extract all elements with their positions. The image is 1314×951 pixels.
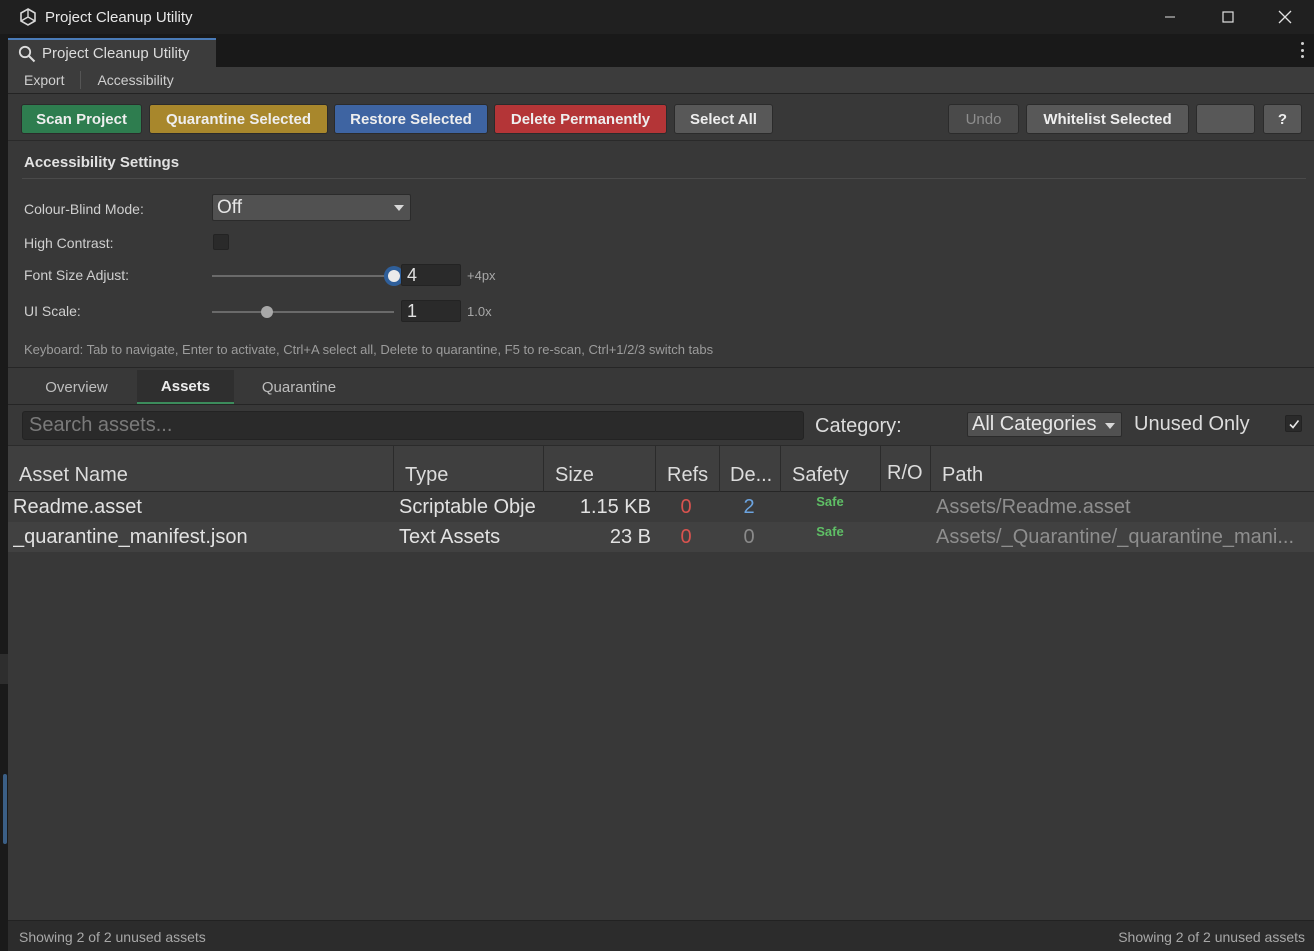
- cell-deps: 2: [743, 495, 755, 518]
- maximize-button[interactable]: [1199, 0, 1257, 34]
- desktop-edge: [0, 34, 8, 951]
- font-size-slider-handle[interactable]: [388, 270, 400, 282]
- status-right: Showing 2 of 2 unused assets: [1118, 929, 1305, 945]
- font-size-slider-track[interactable]: [212, 275, 394, 277]
- cell-size: 23 B: [609, 525, 651, 548]
- menu-accessibility[interactable]: Accessibility: [81, 72, 189, 88]
- column-asset-name[interactable]: Asset Name: [8, 446, 394, 493]
- divider: [22, 178, 1306, 179]
- accessibility-heading: Accessibility Settings: [24, 154, 180, 171]
- close-button[interactable]: [1256, 0, 1314, 34]
- column-deps[interactable]: De...: [720, 446, 781, 493]
- scan-project-button[interactable]: Scan Project: [21, 104, 142, 134]
- cell-safety: Safe: [816, 524, 844, 539]
- delete-permanently-button[interactable]: Delete Permanently: [494, 104, 667, 134]
- unity-app-icon: [20, 8, 36, 26]
- filter-row: Search assets... Category: All Categorie…: [8, 405, 1314, 445]
- chevron-down-icon: [1105, 423, 1115, 429]
- cell-safety: Safe: [816, 494, 844, 509]
- toolbar: Scan Project Quarantine Selected Restore…: [8, 95, 1314, 141]
- ui-scale-unit: 1.0x: [467, 304, 492, 319]
- search-icon: [18, 45, 36, 62]
- menu-export[interactable]: Export: [8, 72, 80, 88]
- editor-tab-label: Project Cleanup Utility: [42, 45, 190, 62]
- cell-path: Assets/Readme.asset: [936, 495, 1131, 518]
- more-options-icon[interactable]: [1298, 42, 1306, 58]
- help-button[interactable]: ?: [1263, 104, 1302, 134]
- category-value: All Categories: [972, 413, 1097, 435]
- colour-blind-dropdown[interactable]: Off: [212, 194, 411, 221]
- maximize-icon: [1222, 11, 1234, 23]
- high-contrast-checkbox[interactable]: [213, 234, 229, 250]
- ui-scale-slider-handle[interactable]: [260, 306, 273, 318]
- tab-assets[interactable]: Assets: [137, 370, 234, 404]
- category-label: Category:: [815, 415, 902, 437]
- cell-asset-name: Readme.asset: [13, 495, 142, 518]
- cell-size: 1.15 KB: [579, 495, 651, 518]
- column-read-only[interactable]: R/O: [881, 446, 931, 493]
- search-input[interactable]: Search assets...: [22, 411, 804, 440]
- cell-asset-name: _quarantine_manifest.json: [13, 525, 248, 548]
- cell-deps: 0: [743, 525, 755, 548]
- cell-path: Assets/_Quarantine/_quarantine_mani...: [936, 525, 1294, 548]
- column-safety[interactable]: Safety: [781, 446, 881, 493]
- checkmark-icon: [1288, 419, 1299, 429]
- ui-scale-field[interactable]: 1: [401, 300, 461, 322]
- unused-only-checkbox[interactable]: [1285, 415, 1302, 432]
- tab-quarantine[interactable]: Quarantine: [248, 370, 350, 404]
- column-refs[interactable]: Refs: [656, 446, 720, 493]
- desktop-edge-shade: [0, 654, 8, 684]
- table-body: Readme.asset Scriptable Obje 1.15 KB 0 2…: [8, 492, 1314, 920]
- font-size-label: Font Size Adjust:: [24, 267, 130, 283]
- column-type[interactable]: Type: [394, 446, 544, 493]
- table-row[interactable]: Readme.asset Scriptable Obje 1.15 KB 0 2…: [8, 492, 1314, 522]
- editor-tabbar: Project Cleanup Utility: [8, 34, 1314, 67]
- restore-selected-button[interactable]: Restore Selected: [334, 104, 488, 134]
- select-all-button[interactable]: Select All: [674, 104, 773, 134]
- table-header: Asset Name Type Size Refs De... Safety R…: [8, 445, 1314, 493]
- cell-type: Text Assets: [399, 525, 501, 548]
- colour-blind-label: Colour-Blind Mode:: [24, 201, 144, 217]
- ui-scale-slider-track[interactable]: [212, 311, 394, 313]
- keyboard-hint: Keyboard: Tab to navigate, Enter to acti…: [24, 342, 714, 357]
- desktop-edge-highlight: [3, 774, 7, 844]
- status-left: Showing 2 of 2 unused assets: [19, 929, 206, 945]
- font-size-unit: +4px: [467, 268, 496, 283]
- chevron-down-icon: [394, 205, 404, 211]
- whitelist-selected-button[interactable]: Whitelist Selected: [1026, 104, 1189, 134]
- cell-type: Scriptable Obje: [399, 495, 536, 518]
- window-titlebar: Project Cleanup Utility: [0, 0, 1314, 34]
- unused-only-label: Unused Only: [1134, 413, 1250, 435]
- blank-button[interactable]: [1196, 104, 1255, 134]
- cell-refs: 0: [680, 525, 692, 548]
- undo-button[interactable]: Undo: [948, 104, 1019, 134]
- tab-overview[interactable]: Overview: [28, 370, 125, 404]
- status-bar: Showing 2 of 2 unused assets Showing 2 o…: [8, 920, 1314, 951]
- column-path[interactable]: Path: [931, 446, 1314, 493]
- content-tabs: Overview Assets Quarantine: [8, 368, 1314, 405]
- accessibility-panel: Accessibility Settings Colour-Blind Mode…: [8, 142, 1314, 368]
- high-contrast-label: High Contrast:: [24, 235, 114, 251]
- table-row[interactable]: _quarantine_manifest.json Text Assets 23…: [8, 522, 1314, 552]
- window-title: Project Cleanup Utility: [45, 8, 193, 26]
- column-size[interactable]: Size: [544, 446, 656, 493]
- cell-read-only: [881, 492, 931, 522]
- editor-window: Project Cleanup Utility Export Accessibi…: [8, 34, 1314, 951]
- quarantine-selected-button[interactable]: Quarantine Selected: [149, 104, 328, 134]
- colour-blind-value: Off: [217, 196, 242, 218]
- cell-refs: 0: [680, 495, 692, 518]
- minimize-icon: [1165, 16, 1175, 18]
- cell-read-only: [881, 522, 931, 552]
- font-size-field[interactable]: 4: [401, 264, 461, 286]
- ui-scale-label: UI Scale:: [24, 303, 81, 319]
- close-icon: [1278, 10, 1292, 24]
- editor-tab[interactable]: Project Cleanup Utility: [8, 38, 216, 67]
- menubar: Export Accessibility: [8, 67, 1314, 94]
- minimize-button[interactable]: [1141, 0, 1199, 34]
- category-dropdown[interactable]: All Categories: [967, 412, 1122, 437]
